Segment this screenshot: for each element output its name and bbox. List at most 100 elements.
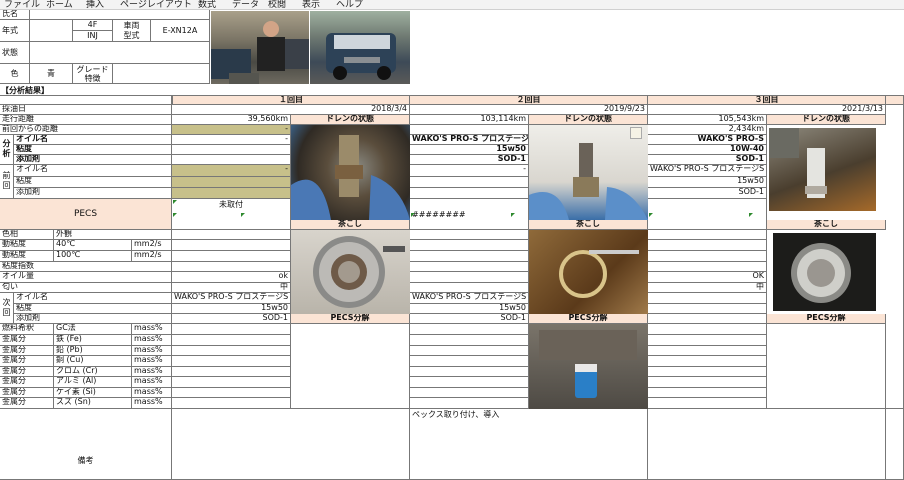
- r1-visc100[interactable]: [172, 251, 291, 262]
- name-value[interactable]: [30, 10, 210, 20]
- r3-oil-amount[interactable]: OK: [648, 272, 767, 283]
- r1-vi[interactable]: [172, 262, 291, 272]
- grade-value[interactable]: [113, 64, 210, 84]
- menu-home[interactable]: ホーム: [46, 0, 73, 9]
- metal-value-cell[interactable]: [410, 388, 529, 398]
- r1-prev-oil[interactable]: -: [172, 165, 291, 177]
- r3-visc[interactable]: 10W-40: [648, 145, 767, 155]
- r2-prev-visc[interactable]: [410, 177, 529, 188]
- r2-visc100[interactable]: [410, 251, 529, 262]
- r1-appearance[interactable]: [172, 230, 291, 240]
- r3-next-visc[interactable]: [648, 304, 767, 314]
- r2-remarks[interactable]: ペックス取り付け、導入: [410, 409, 648, 480]
- r2-appearance[interactable]: [410, 230, 529, 240]
- r2-smell[interactable]: [410, 283, 529, 293]
- metal-value-cell[interactable]: [648, 335, 767, 346]
- r3-appearance[interactable]: [648, 230, 767, 240]
- menu-formulas[interactable]: 数式: [198, 0, 216, 9]
- menu-review[interactable]: 校閲: [268, 0, 286, 9]
- metal-value-cell[interactable]: [410, 324, 529, 335]
- menu-help[interactable]: ヘルプ: [336, 0, 363, 9]
- r1-next-oil[interactable]: WAKO'S PRO-S プロステージS: [172, 293, 291, 304]
- metal-value-cell[interactable]: [172, 398, 291, 409]
- r2-oil[interactable]: WAKO'S PRO-S プロステージS: [410, 135, 529, 145]
- r2-next-visc[interactable]: 15w50: [410, 304, 529, 314]
- r1-distance[interactable]: 39,560km: [172, 115, 291, 125]
- r2-date[interactable]: 2019/9/23: [410, 105, 648, 115]
- r2-since[interactable]: [410, 125, 529, 135]
- r1-oil[interactable]: -: [172, 135, 291, 145]
- r2-distance[interactable]: 103,114km: [410, 115, 529, 125]
- r3-visc100[interactable]: [648, 251, 767, 262]
- r3-smell[interactable]: 中: [648, 283, 767, 293]
- r1-oil-amount[interactable]: ok: [172, 272, 291, 283]
- menu-page-layout[interactable]: ページレイアウト: [120, 0, 192, 9]
- menu-file[interactable]: ファイル: [4, 0, 40, 9]
- r3-add[interactable]: SOD-1: [648, 155, 767, 165]
- menu-data[interactable]: データ: [232, 0, 259, 9]
- r2-vi[interactable]: [410, 262, 529, 272]
- r2-add[interactable]: SOD-1: [410, 155, 529, 165]
- r3-since[interactable]: 2,434km: [648, 125, 767, 135]
- r1-smell[interactable]: 中: [172, 283, 291, 293]
- r3-next-add[interactable]: [648, 314, 767, 324]
- metal-value-cell[interactable]: [410, 335, 529, 346]
- r1-visc[interactable]: [172, 145, 291, 155]
- metal-value-cell[interactable]: [648, 346, 767, 356]
- r1-prev-add[interactable]: [172, 188, 291, 199]
- metal-value-cell[interactable]: [410, 356, 529, 367]
- metal-value-cell[interactable]: [172, 367, 291, 377]
- metal-value-cell[interactable]: [648, 367, 767, 377]
- metal-value-cell[interactable]: [410, 398, 529, 409]
- r3-distance[interactable]: 105,543km: [648, 115, 767, 125]
- metal-value-cell[interactable]: [410, 377, 529, 388]
- metal-value-cell[interactable]: [172, 356, 291, 367]
- r2-prev-add[interactable]: [410, 188, 529, 199]
- metal-value-cell[interactable]: [410, 346, 529, 356]
- cr-label: クロム (Cr): [54, 367, 132, 377]
- r3-visc40[interactable]: [648, 240, 767, 251]
- r2-note-icon[interactable]: [630, 127, 642, 139]
- metal-value-cell[interactable]: [648, 324, 767, 335]
- r1-remarks[interactable]: [172, 409, 410, 480]
- r1-next-visc[interactable]: 15w50: [172, 304, 291, 314]
- r3-date[interactable]: 2021/3/13: [648, 105, 886, 115]
- r4-column[interactable]: [886, 105, 904, 409]
- r3-prev-oil[interactable]: WAKO'S PRO-S プロステージS: [648, 165, 767, 177]
- metal-value-cell[interactable]: [648, 388, 767, 398]
- r1-pecs[interactable]: 未取付: [172, 199, 291, 230]
- year-value[interactable]: [30, 20, 73, 42]
- r3-remarks[interactable]: [648, 409, 886, 480]
- metal-value-cell[interactable]: [648, 377, 767, 388]
- metal-value-cell[interactable]: [172, 324, 291, 335]
- metal-value-cell[interactable]: [410, 367, 529, 377]
- metal-value-cell[interactable]: [648, 356, 767, 367]
- r1-date[interactable]: 2018/3/4: [172, 105, 410, 115]
- metal-value-cell[interactable]: [648, 398, 767, 409]
- r3-oil[interactable]: WAKO'S PRO-S: [648, 135, 767, 145]
- r3-vi[interactable]: [648, 262, 767, 272]
- metal-value-cell[interactable]: [172, 335, 291, 346]
- r1-visc40[interactable]: [172, 240, 291, 251]
- r1-next-add[interactable]: SOD-1: [172, 314, 291, 324]
- r2-visc[interactable]: 15w50: [410, 145, 529, 155]
- r2-next-oil[interactable]: WAKO'S PRO-S プロステージS: [410, 293, 529, 304]
- r3-prev-add[interactable]: SOD-1: [648, 188, 767, 199]
- r1-since[interactable]: -: [172, 125, 291, 135]
- metal-value-cell[interactable]: [172, 346, 291, 356]
- r1-pecs-disasm-title: PECS分解: [291, 314, 410, 324]
- metal-value-cell[interactable]: [172, 388, 291, 398]
- r3-next-oil[interactable]: [648, 293, 767, 304]
- r1-prev-visc[interactable]: [172, 177, 291, 188]
- metal-value-cell[interactable]: [172, 377, 291, 388]
- menu-view[interactable]: 表示: [302, 0, 320, 9]
- menu-insert[interactable]: 挿入: [86, 0, 104, 9]
- r2-next-add[interactable]: SOD-1: [410, 314, 529, 324]
- r2-prev-oil[interactable]: -: [410, 165, 529, 177]
- r1-add[interactable]: [172, 155, 291, 165]
- r2-visc40[interactable]: [410, 240, 529, 251]
- r2-oil-amount[interactable]: [410, 272, 529, 283]
- r3-prev-visc[interactable]: 15w50: [648, 177, 767, 188]
- state-value[interactable]: [30, 42, 210, 64]
- r4-remarks[interactable]: [886, 409, 904, 480]
